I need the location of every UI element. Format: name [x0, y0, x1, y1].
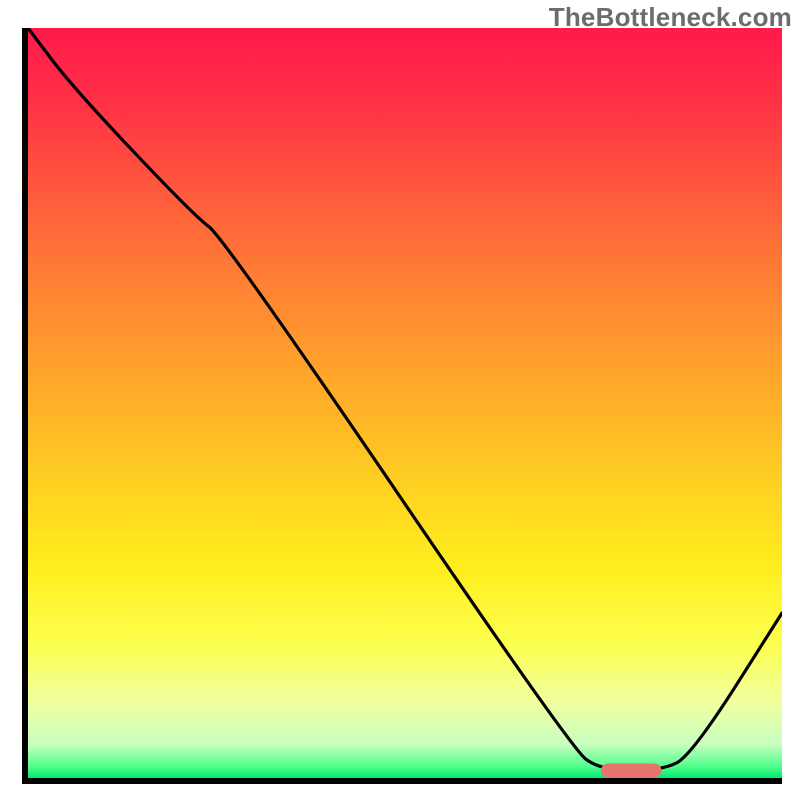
plot-area — [22, 28, 782, 784]
chart-svg — [22, 28, 782, 784]
y-axis — [22, 28, 28, 784]
watermark-text: TheBottleneck.com — [549, 2, 792, 33]
gradient-background — [28, 28, 782, 778]
optimal-range-marker — [601, 764, 661, 778]
x-axis — [22, 778, 782, 784]
chart-container: TheBottleneck.com — [0, 0, 800, 800]
